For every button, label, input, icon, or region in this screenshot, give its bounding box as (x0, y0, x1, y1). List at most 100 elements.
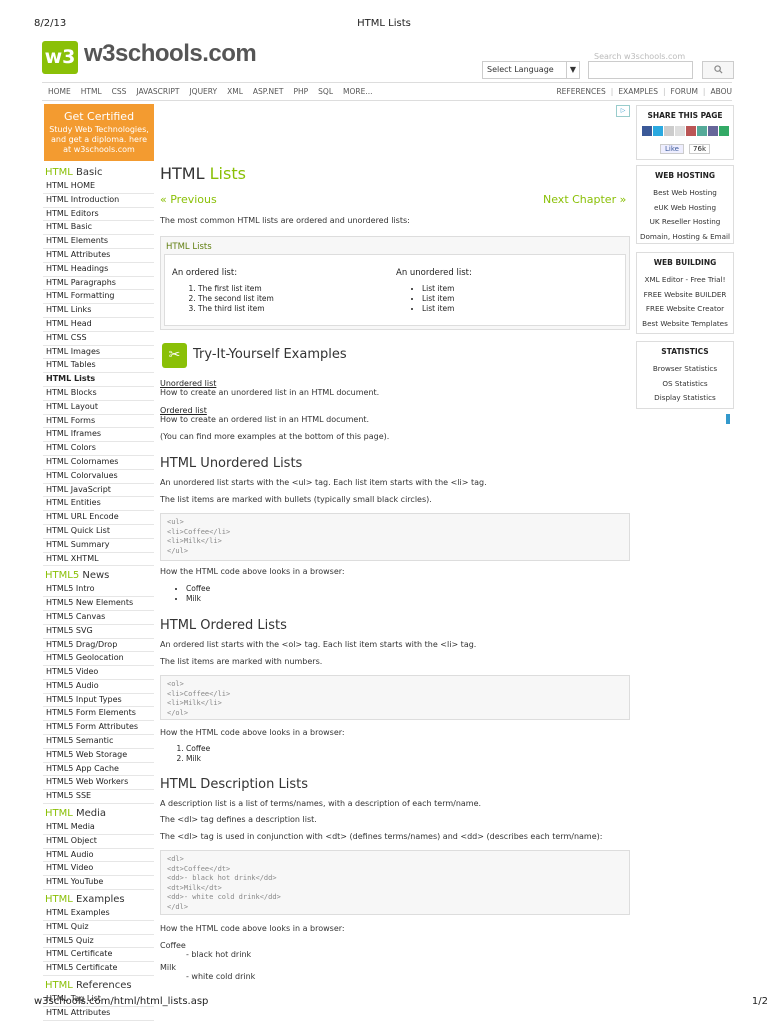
sidebar-item-html5-audio[interactable]: HTML5 Audio (43, 680, 154, 694)
nav-javascript[interactable]: JAVASCRIPT (136, 87, 179, 96)
sidebar-item-html-quick-list[interactable]: HTML Quick List (43, 525, 154, 539)
right-link-display-statistics[interactable]: Display Statistics (637, 391, 733, 406)
right-link-euk-web-hosting[interactable]: eUK Web Hosting (637, 201, 733, 216)
sidebar-item-html5-drag-drop[interactable]: HTML5 Drag/Drop (43, 639, 154, 653)
facebook-icon[interactable] (641, 126, 652, 136)
language-select[interactable]: Select Language ▼ (482, 61, 580, 79)
right-link-os-statistics[interactable]: OS Statistics (637, 377, 733, 392)
right-link-free-website-builder[interactable]: FREE Website BUILDER (637, 288, 733, 303)
sidebar-item-html-css[interactable]: HTML CSS (43, 332, 154, 346)
sidebar-item-html-editors[interactable]: HTML Editors (43, 208, 154, 222)
nav-examples[interactable]: EXAMPLES (618, 87, 658, 96)
nav-abou[interactable]: ABOU (710, 87, 732, 96)
right-link-xml-editor-free-trial-[interactable]: XML Editor - Free Trial! (637, 273, 733, 288)
previous-link[interactable]: « Previous (160, 193, 217, 206)
nav-sql[interactable]: SQL (318, 87, 333, 96)
sidebar-item-html5-certificate[interactable]: HTML5 Certificate (43, 962, 154, 977)
nav-html[interactable]: HTML (81, 87, 102, 96)
sidebar-item-html-javascript[interactable]: HTML JavaScript (43, 484, 154, 498)
sidebar-item-html-paragraphs[interactable]: HTML Paragraphs (43, 277, 154, 291)
sidebar-item-html-head[interactable]: HTML Head (43, 318, 154, 332)
sidebar-item-html5-new-elements[interactable]: HTML5 New Elements (43, 597, 154, 611)
sidebar-item-html-colorvalues[interactable]: HTML Colorvalues (43, 470, 154, 484)
sidebar-item-html5-svg[interactable]: HTML5 SVG (43, 625, 154, 639)
sidebar-item-html-summary[interactable]: HTML Summary (43, 539, 154, 553)
sidebar-item-html-certificate[interactable]: HTML Certificate (43, 948, 154, 963)
sidebar-item-html-images[interactable]: HTML Images (43, 346, 154, 360)
sidebar-item-html5-video[interactable]: HTML5 Video (43, 666, 154, 680)
sidebar-item-html-audio[interactable]: HTML Audio (43, 849, 154, 863)
sidebar-item-html-elements[interactable]: HTML Elements (43, 235, 154, 249)
sidebar-item-html-introduction[interactable]: HTML Introduction (43, 194, 154, 208)
sidebar-item-html5-canvas[interactable]: HTML5 Canvas (43, 611, 154, 625)
sidebar-item-html5-form-attributes[interactable]: HTML5 Form Attributes (43, 721, 154, 736)
sidebar-item-html-lists[interactable]: HTML Lists (43, 373, 154, 387)
sidebar-item-html-xhtml[interactable]: HTML XHTML (43, 553, 154, 567)
google-icon[interactable] (663, 126, 674, 136)
sidebar-item-html-forms[interactable]: HTML Forms (43, 415, 154, 429)
digg-icon[interactable] (707, 126, 718, 136)
sidebar-item-html-tables[interactable]: HTML Tables (43, 359, 154, 374)
ordered-list-example-link[interactable]: Ordered list (160, 406, 207, 415)
sidebar-item-html-layout[interactable]: HTML Layout (43, 401, 154, 415)
search-button[interactable] (702, 61, 734, 79)
sidebar-item-html-colornames[interactable]: HTML Colornames (43, 456, 154, 470)
nav-xml[interactable]: XML (227, 87, 243, 96)
sidebar-item-html-blocks[interactable]: HTML Blocks (43, 387, 154, 401)
sidebar-item-html-video[interactable]: HTML Video (43, 862, 154, 877)
sidebar-item-html-links[interactable]: HTML Links (43, 304, 154, 318)
sidebar-item-html-youtube[interactable]: HTML YouTube (43, 876, 154, 891)
sidebar-item-html-iframes[interactable]: HTML Iframes (43, 428, 154, 443)
sidebar-item-html-media[interactable]: HTML Media (43, 821, 154, 835)
sidebar-item-html5-web-storage[interactable]: HTML5 Web Storage (43, 749, 154, 763)
stumbleupon-icon[interactable] (696, 126, 707, 136)
share-more-icon[interactable] (718, 126, 729, 136)
next-chapter-link[interactable]: Next Chapter » (543, 193, 626, 206)
sidebar-item-html5-form-elements[interactable]: HTML5 Form Elements (43, 707, 154, 722)
sidebar-item-html5-app-cache[interactable]: HTML5 App Cache (43, 763, 154, 777)
sidebar-item-html-entities[interactable]: HTML Entities (43, 497, 154, 512)
right-link-browser-statistics[interactable]: Browser Statistics (637, 362, 733, 377)
search-input[interactable] (588, 61, 693, 79)
nav-forum[interactable]: FORUM (671, 87, 698, 96)
sidebar-item-html-home[interactable]: HTML HOME (43, 180, 154, 194)
sidebar-item-html-quiz[interactable]: HTML Quiz (43, 921, 154, 935)
sidebar-item-html-attributes[interactable]: HTML Attributes (43, 249, 154, 263)
right-link-best-website-templates[interactable]: Best Website Templates (637, 317, 733, 332)
sidebar-item-html5-input-types[interactable]: HTML5 Input Types (43, 694, 154, 708)
logo-icon[interactable]: w3 (42, 41, 78, 74)
sidebar-item-html-colors[interactable]: HTML Colors (43, 442, 154, 456)
nav-home[interactable]: HOME (48, 87, 71, 96)
email-icon[interactable] (674, 126, 685, 136)
nav-jquery[interactable]: JQUERY (189, 87, 217, 96)
nav-css[interactable]: CSS (112, 87, 127, 96)
right-link-uk-reseller-hosting[interactable]: UK Reseller Hosting (637, 215, 733, 230)
logo-text[interactable]: w3schools.com (84, 40, 257, 68)
ad-choices-icon[interactable]: ▷ (616, 105, 630, 117)
nav-references[interactable]: REFERENCES (556, 87, 605, 96)
sidebar-item-html-basic[interactable]: HTML Basic (43, 221, 154, 236)
right-link-best-web-hosting[interactable]: Best Web Hosting (637, 186, 733, 201)
nav-php[interactable]: PHP (293, 87, 308, 96)
like-button[interactable]: Like (659, 144, 684, 154)
right-link-free-website-creator[interactable]: FREE Website Creator (637, 302, 733, 317)
unordered-list-example-link[interactable]: Unordered list (160, 379, 216, 388)
sidebar-item-html5-quiz[interactable]: HTML5 Quiz (43, 935, 154, 949)
delicious-icon[interactable] (685, 126, 696, 136)
nav-aspnet[interactable]: ASP.NET (253, 87, 284, 96)
nav-more[interactable]: MORE... (343, 87, 372, 96)
twitter-icon[interactable] (652, 126, 663, 136)
get-certified-banner[interactable]: Get Certified Study Web Technologies, an… (44, 104, 154, 161)
sidebar-item-html-url-encode[interactable]: HTML URL Encode (43, 511, 154, 525)
sidebar-item-html5-geolocation[interactable]: HTML5 Geolocation (43, 652, 154, 667)
sidebar-item-html-formatting[interactable]: HTML Formatting (43, 290, 154, 305)
sidebar-item-html-examples[interactable]: HTML Examples (43, 907, 154, 921)
sidebar-item-html-headings[interactable]: HTML Headings (43, 263, 154, 277)
right-link-domain-hosting-email[interactable]: Domain, Hosting & Email (637, 230, 733, 245)
sidebar-item-html-object[interactable]: HTML Object (43, 835, 154, 849)
sidebar-item-html5-semantic[interactable]: HTML5 Semantic (43, 735, 154, 749)
sidebar-item-html5-sse[interactable]: HTML5 SSE (43, 790, 154, 805)
sidebar-item-html5-intro[interactable]: HTML5 Intro (43, 583, 154, 598)
sidebar-item-html5-web-workers[interactable]: HTML5 Web Workers (43, 776, 154, 791)
sidebar-item-html-attributes[interactable]: HTML Attributes (43, 1007, 154, 1021)
